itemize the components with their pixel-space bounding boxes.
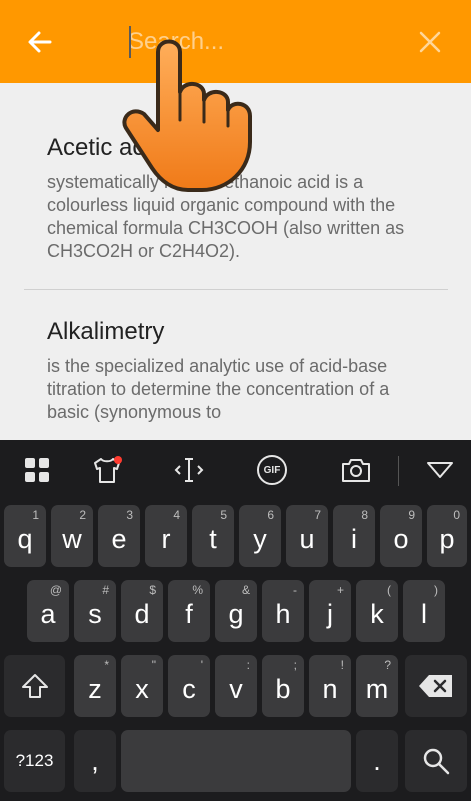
arrow-left-icon bbox=[28, 31, 52, 53]
tshirt-icon bbox=[94, 456, 122, 483]
space-key[interactable] bbox=[121, 730, 351, 792]
key-n[interactable]: ! n bbox=[309, 655, 351, 717]
clear-search-button[interactable] bbox=[414, 26, 446, 58]
camera-button[interactable] bbox=[336, 450, 376, 490]
divider bbox=[24, 289, 448, 290]
soft-keyboard: GIF 1q 2w 3e 4r 5t 6y 7u 8i 9o 0p @ a # s … bbox=[0, 440, 471, 801]
triangle-down-icon bbox=[427, 462, 453, 478]
key-c[interactable]: ' c bbox=[168, 655, 210, 717]
backspace-icon bbox=[419, 675, 452, 697]
key-x[interactable]: " x bbox=[121, 655, 163, 717]
apps-grid-button[interactable] bbox=[17, 450, 57, 490]
key-v[interactable]: :v bbox=[215, 655, 257, 717]
gif-label: GIF bbox=[263, 464, 281, 476]
entry-description: is the specialized analytic use of acid-… bbox=[47, 356, 390, 422]
key-w[interactable]: 2w bbox=[51, 505, 93, 567]
tap-hand-icon bbox=[122, 39, 252, 192]
grid-icon bbox=[25, 458, 49, 482]
entry-title: Alkalimetry bbox=[47, 318, 165, 345]
text-cursor-move-icon bbox=[174, 458, 204, 482]
close-icon bbox=[419, 31, 441, 53]
comma-key[interactable]: , bbox=[74, 730, 116, 792]
keyboard-toolbar: GIF bbox=[0, 440, 471, 500]
key-r[interactable]: 4r bbox=[145, 505, 187, 567]
period-key[interactable]: . bbox=[356, 730, 398, 792]
gif-button[interactable]: GIF bbox=[252, 450, 292, 490]
theme-button[interactable] bbox=[87, 450, 127, 490]
camera-icon bbox=[342, 459, 370, 482]
key-g[interactable]: & g bbox=[215, 580, 257, 642]
cursor-control-button[interactable] bbox=[169, 450, 209, 490]
shift-icon bbox=[21, 674, 48, 698]
key-h[interactable]: -h bbox=[262, 580, 304, 642]
toolbar-divider bbox=[398, 456, 399, 486]
key-o[interactable]: 9o bbox=[380, 505, 422, 567]
search-icon bbox=[423, 748, 450, 775]
shift-key[interactable] bbox=[4, 655, 65, 717]
key-t[interactable]: 5t bbox=[192, 505, 234, 567]
key-e[interactable]: 3e bbox=[98, 505, 140, 567]
key-z[interactable]: * z bbox=[74, 655, 116, 717]
key-i[interactable]: 8i bbox=[333, 505, 375, 567]
search-key[interactable] bbox=[405, 730, 467, 792]
key-b[interactable]: ; b bbox=[262, 655, 304, 717]
key-m[interactable]: ? m bbox=[356, 655, 398, 717]
key-q[interactable]: 1q bbox=[4, 505, 46, 567]
symbols-key[interactable]: ?123 bbox=[4, 730, 65, 792]
back-button[interactable] bbox=[22, 24, 58, 60]
key-l[interactable]: ) l bbox=[403, 580, 445, 642]
key-y[interactable]: 6y bbox=[239, 505, 281, 567]
key-j[interactable]: + j bbox=[309, 580, 351, 642]
key-k[interactable]: (k bbox=[356, 580, 398, 642]
backspace-key[interactable] bbox=[405, 655, 467, 717]
key-a[interactable]: @ a bbox=[27, 580, 69, 642]
key-s[interactable]: # s bbox=[74, 580, 116, 642]
hide-keyboard-button[interactable] bbox=[420, 450, 460, 490]
key-d[interactable]: $ d bbox=[121, 580, 163, 642]
list-item[interactable]: Alkalimetry is the specialized analytic … bbox=[47, 317, 427, 424]
key-u[interactable]: 7u bbox=[286, 505, 328, 567]
key-f[interactable]: % f bbox=[168, 580, 210, 642]
key-p[interactable]: 0p bbox=[427, 505, 467, 567]
